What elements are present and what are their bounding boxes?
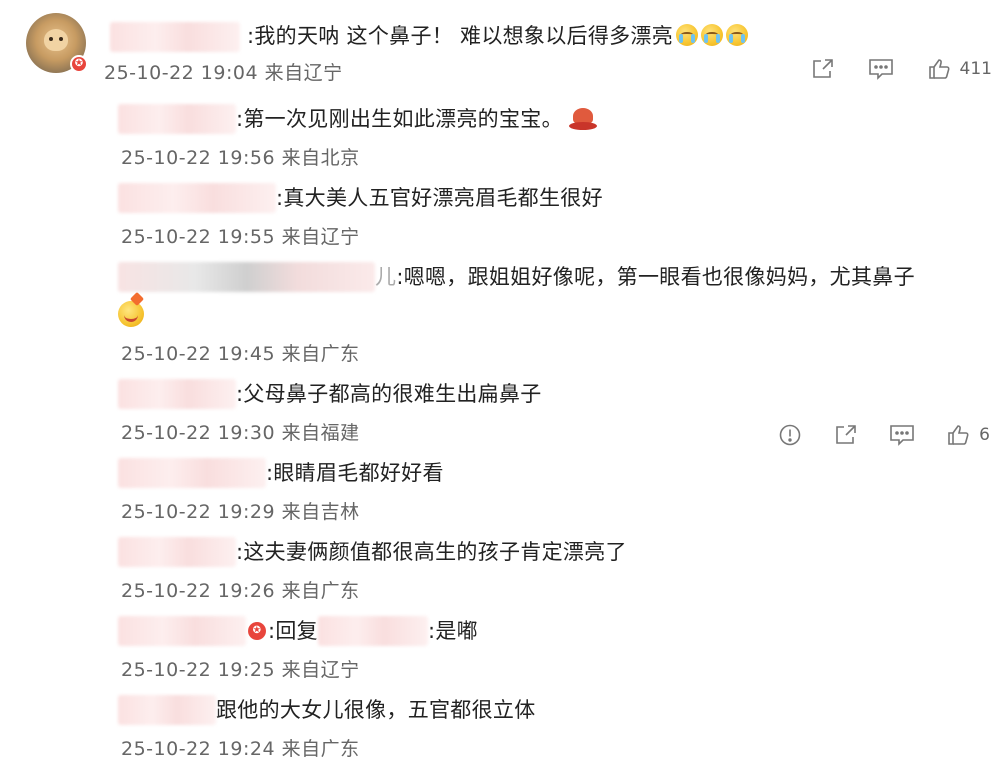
reply-text: :眼睛眉毛都好好看: [266, 461, 444, 485]
reply-line: :第一次见刚出生如此漂亮的宝宝。: [118, 100, 994, 137]
reply-meta: 25-10-22 19:26 来自广东: [121, 580, 360, 602]
reply-text: :父母鼻子都高的很难生出扁鼻子: [236, 382, 542, 406]
verified-badge-icon: ✪: [248, 622, 266, 640]
like-icon[interactable]: [926, 56, 952, 82]
report-icon[interactable]: [777, 422, 803, 448]
top-comment-text-line: :我的天呐 这个鼻子！ 难以想象以后得多漂亮: [247, 21, 749, 51]
blurred-username[interactable]: [110, 22, 240, 52]
reply-item: 跟他的大女儿很像，五官都很立体 25-10-22 19:24 来自广东: [118, 691, 994, 770]
reply-meta: 25-10-22 19:29 来自吉林: [121, 501, 360, 523]
crying-face-emoji-icon: [676, 24, 699, 46]
reply-meta: 25-10-22 19:25 来自辽宁: [121, 659, 360, 681]
reply-line: :父母鼻子都高的很难生出扁鼻子: [118, 375, 994, 412]
hat-emoji-icon: [568, 106, 597, 132]
reply-line: :真大美人五官好漂亮眉毛都生很好: [118, 179, 994, 216]
reply-item: 儿:嗯嗯，跟姐姐好像呢，第一眼看也很像妈妈，尤其鼻子 25-10-22 19:4…: [118, 258, 994, 375]
reply-prefix: :回复: [268, 619, 318, 643]
reply-text: :嗯嗯，跟姐姐好像呢，第一眼看也很像妈妈，尤其鼻子: [396, 265, 915, 289]
crying-face-emoji-icon: [726, 24, 749, 46]
reply-list: :第一次见刚出生如此漂亮的宝宝。 25-10-22 19:56 来自北京 :真大…: [118, 100, 994, 770]
share-icon[interactable]: [810, 56, 836, 82]
reply-item: ✪:回复 :是嘟 25-10-22 19:25 来自辽宁: [118, 612, 994, 691]
reply-item: :真大美人五官好漂亮眉毛都生很好 25-10-22 19:55 来自辽宁: [118, 179, 994, 258]
avatar-eye: [59, 37, 63, 41]
reply-text: :第一次见刚出生如此漂亮的宝宝。: [236, 107, 563, 131]
reply-text: :真大美人五官好漂亮眉毛都生很好: [276, 186, 603, 210]
reply-line: :这夫妻俩颜值都很高生的孩子肯定漂亮了: [118, 533, 994, 570]
share-icon[interactable]: [833, 422, 859, 448]
reply-line: 跟他的大女儿很像，五官都很立体: [118, 691, 994, 728]
blurred-reply-target[interactable]: [317, 616, 428, 646]
reply-line: :眼睛眉毛都好好看: [118, 454, 994, 491]
reply-actions: 6: [747, 422, 990, 448]
top-comment: ✪ :我的天呐 这个鼻子！ 难以想象以后得多漂亮 25-10-22 19:04 …: [22, 12, 992, 87]
like-count: 411: [959, 59, 992, 79]
top-comment-text: :我的天呐 这个鼻子！ 难以想象以后得多漂亮: [247, 24, 674, 48]
reply-meta: 25-10-22 19:56 来自北京: [121, 147, 360, 169]
top-comment-actions: 411: [778, 56, 992, 82]
like-count: 6: [979, 425, 990, 445]
top-comment-meta: 25-10-22 19:04 来自辽宁: [104, 62, 343, 84]
comment-icon[interactable]: [868, 56, 894, 82]
reply-second-line: [118, 291, 994, 333]
blurred-username[interactable]: [118, 616, 246, 646]
reply-name-suffix: 儿: [375, 265, 397, 289]
reply-item: :父母鼻子都高的很难生出扁鼻子 25-10-22 19:30 来自福建 6: [118, 375, 994, 454]
blurred-username[interactable]: [118, 183, 276, 213]
reply-text: :这夫妻俩颜值都很高生的孩子肯定漂亮了: [236, 540, 627, 564]
blurred-username[interactable]: [118, 379, 236, 409]
comment-icon[interactable]: [889, 422, 915, 448]
blurred-username[interactable]: [118, 695, 216, 725]
reply-meta: 25-10-22 19:45 来自广东: [121, 343, 360, 365]
reply-meta: 25-10-22 19:55 来自辽宁: [121, 226, 360, 248]
grinning-face-emoji-icon: [118, 291, 145, 327]
reply-line: 儿:嗯嗯，跟姐姐好像呢，第一眼看也很像妈妈，尤其鼻子: [118, 258, 994, 295]
crying-face-emoji-icon: [701, 24, 724, 46]
blurred-username[interactable]: [118, 104, 236, 134]
reply-meta: 25-10-22 19:24 来自广东: [121, 738, 360, 760]
reply-text: 跟他的大女儿很像，五官都很立体: [216, 698, 536, 722]
blurred-username[interactable]: [118, 458, 266, 488]
reply-item: :眼睛眉毛都好好看 25-10-22 19:29 来自吉林: [118, 454, 994, 533]
blurred-username[interactable]: [118, 262, 375, 292]
avatar-face: [44, 29, 68, 51]
blurred-username[interactable]: [118, 537, 236, 567]
avatar-eye: [49, 37, 53, 41]
reply-text: :是嘟: [427, 619, 478, 643]
reply-item: :这夫妻俩颜值都很高生的孩子肯定漂亮了 25-10-22 19:26 来自广东: [118, 533, 994, 612]
verified-badge-icon: ✪: [70, 55, 88, 73]
reply-line: ✪:回复 :是嘟: [118, 612, 994, 649]
like-icon[interactable]: [945, 422, 971, 448]
reply-item: :第一次见刚出生如此漂亮的宝宝。 25-10-22 19:56 来自北京: [118, 100, 994, 179]
